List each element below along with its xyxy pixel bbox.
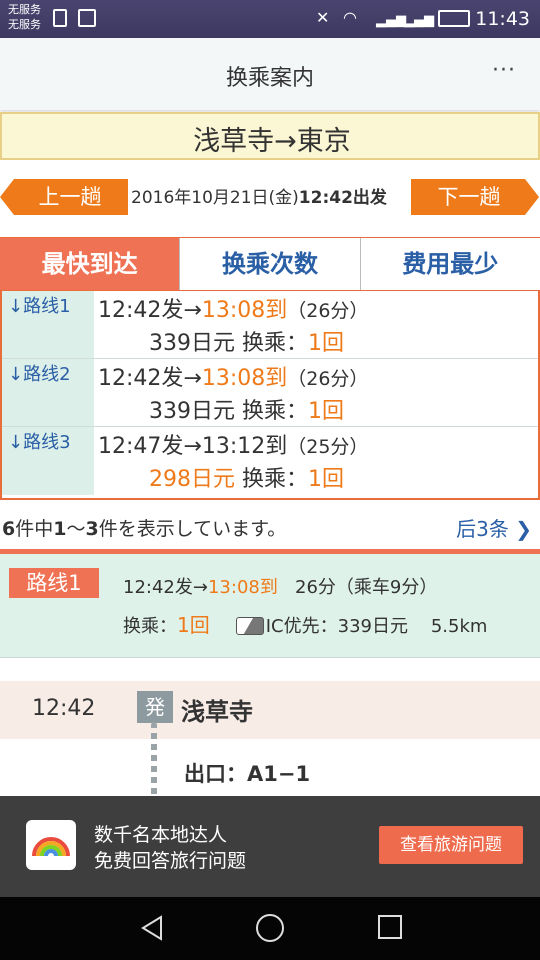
- route-fare-1: 339日元 换乘：1回: [149, 331, 345, 356]
- route-row-2[interactable]: ↓路线2 12:42发→13:08到（26分） 339日元 换乘：1回: [2, 359, 538, 427]
- departure-badge: 発: [137, 691, 173, 723]
- signal-icon: ▂▄▆: [376, 13, 406, 28]
- app-bar: 换乘案内 ···: [0, 38, 540, 110]
- result-count: 6件中1～3件を表示しています。: [2, 518, 287, 540]
- down-arrow-icon: ↓: [8, 364, 24, 385]
- ad-banner[interactable]: 数千名本地达人 免费回答旅行问题 查看旅游问题: [0, 796, 540, 897]
- departure-datetime: 2016年10月21日(金)12:42出发: [131, 183, 387, 208]
- carrier-2: 无服务: [8, 18, 41, 31]
- departure-date: 2016年10月21日(金): [131, 188, 299, 208]
- rainbow-logo-icon: [26, 820, 76, 870]
- route-label-2: ↓路线2: [2, 359, 94, 426]
- route-label-3: ↓路线3: [2, 427, 94, 495]
- prev-train-button[interactable]: 上一趟: [0, 179, 128, 215]
- ad-text: 数千名本地达人 免费回答旅行问题: [94, 824, 247, 872]
- down-arrow-icon: ↓: [8, 296, 24, 317]
- page-title: 换乘案内: [225, 66, 314, 91]
- route-header: 浅草寺→東京: [0, 112, 540, 160]
- next-train-button[interactable]: 下一趟: [411, 179, 539, 215]
- station-exit: 出口：A1−1: [184, 762, 311, 786]
- route-title: 浅草寺→東京: [193, 126, 351, 157]
- back-icon[interactable]: [140, 915, 164, 941]
- route-badge: 路线1: [9, 568, 99, 598]
- tab-cheapest[interactable]: 费用最少: [360, 238, 540, 290]
- station-name[interactable]: 浅草寺: [181, 692, 253, 727]
- carrier-1: 无服务: [8, 3, 41, 16]
- departure-time: 12:42出发: [298, 188, 387, 208]
- tab-fastest[interactable]: 最快到达: [0, 238, 181, 290]
- route-fare-3: 298日元 换乘：1回: [149, 467, 345, 492]
- system-nav-bar: [0, 897, 540, 960]
- route-label-1: ↓路线1: [2, 291, 94, 358]
- recent-apps-icon[interactable]: [378, 915, 402, 939]
- more-results-link[interactable]: 后3条 ❯: [456, 513, 532, 542]
- route-fare-2: 339日元 换乘：1回: [149, 399, 345, 424]
- route-row-1[interactable]: ↓路线1 12:42发→13:08到（26分） 339日元 换乘：1回: [2, 291, 538, 359]
- sort-tabs: 最快到达 换乘次数 费用最少: [0, 237, 540, 291]
- detail-fare: 换乘：1回 IC优先：339日元 5.5km: [123, 613, 488, 637]
- status-bar: 无服务 无服务 ✕ ◠ ▂▄▆ ▂▄▆ 11:43: [0, 0, 540, 38]
- chevron-right-icon: ❯: [515, 517, 532, 541]
- route-row-3[interactable]: ↓路线3 12:47发→13:12到（25分） 298日元 换乘：1回: [2, 427, 538, 495]
- signal-2-icon: ▂▄▆: [404, 13, 434, 28]
- view-questions-button[interactable]: 查看旅游问题: [379, 826, 523, 864]
- carrier-text: 无服务 无服务: [8, 2, 41, 32]
- route-times-2: 12:42发→13:08到（26分）: [98, 366, 369, 391]
- detail-times: 12:42发→13:08到 26分（乘车9分）: [123, 577, 438, 598]
- home-icon[interactable]: [256, 914, 284, 942]
- mute-icon: ✕: [316, 8, 330, 27]
- clock: 11:43: [475, 8, 530, 30]
- route-detail: 路线1 12:42发→13:08到 26分（乘车9分） 换乘：1回 IC优先：33…: [0, 554, 540, 658]
- down-arrow-icon: ↓: [8, 432, 24, 453]
- route-list: ↓路线1 12:42发→13:08到（26分） 339日元 换乘：1回 ↓路线2…: [0, 291, 540, 500]
- battery-icon: [438, 10, 470, 27]
- route-times-3: 12:47发→13:12到（25分）: [98, 434, 369, 459]
- station-time: 12:42: [32, 696, 96, 721]
- route-times-1: 12:42发→13:08到（26分）: [98, 298, 369, 323]
- more-menu-icon[interactable]: ···: [492, 58, 516, 83]
- image-icon: [78, 9, 96, 27]
- tab-transfers[interactable]: 换乘次数: [180, 238, 361, 290]
- sim-icon: [53, 9, 67, 27]
- station-row: 12:42 発 浅草寺: [0, 681, 540, 739]
- wifi-icon: ◠: [343, 8, 357, 27]
- ic-card-icon: [235, 617, 264, 635]
